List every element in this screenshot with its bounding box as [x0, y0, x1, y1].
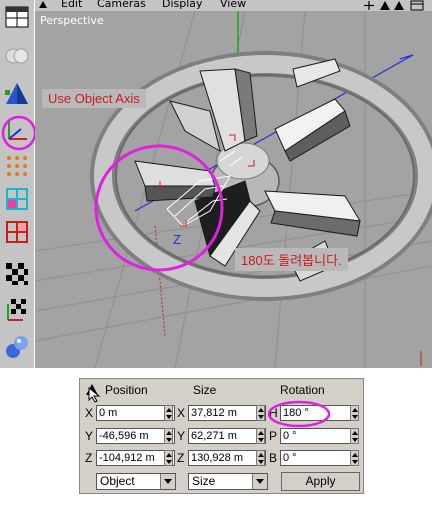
rotation-b-field[interactable]: 0 °: [280, 450, 359, 466]
size-z-field[interactable]: 130,928 m: [188, 450, 266, 466]
window-menu-icon[interactable]: [38, 0, 48, 10]
left-toolbar: [0, 0, 37, 368]
size-z-spinner[interactable]: [256, 450, 265, 466]
rotation-highlight-circle: [267, 400, 331, 428]
viewport-nav-icons[interactable]: [363, 0, 429, 11]
rotation-b-spinner[interactable]: [350, 450, 359, 466]
size-axis-label: Z: [177, 451, 185, 465]
size-x-field[interactable]: 37,812 m: [188, 405, 266, 421]
z-axis-label: Z: [173, 232, 181, 247]
menu-edit[interactable]: Edit: [61, 0, 82, 9]
texture-tool-icon[interactable]: [3, 260, 31, 288]
chevron-down-icon: [160, 474, 175, 489]
apply-button[interactable]: Apply: [281, 472, 360, 491]
rot-axis-label: B: [269, 451, 278, 465]
mouse-cursor-icon: [88, 387, 101, 403]
polygons-tool-icon[interactable]: [3, 218, 31, 246]
rotate-180-note: 180도 돌려봅니다.: [235, 248, 348, 271]
pos-axis-label: Y: [85, 429, 94, 443]
perspective-viewport[interactable]: Perspective Z Use Object Axis 180도 돌려봅니다…: [35, 11, 432, 368]
pos-axis-label: Z: [85, 451, 93, 465]
size-axis-label: Y: [177, 429, 186, 443]
size-mode-value: Size: [192, 474, 216, 488]
position-z-spinner[interactable]: [164, 450, 173, 466]
size-header: Size: [193, 383, 217, 397]
menu-cameras[interactable]: Cameras: [97, 0, 146, 9]
pos-axis-label: X: [85, 406, 94, 420]
material-tool-icon[interactable]: [3, 332, 31, 360]
rotation-h-spinner[interactable]: [350, 405, 359, 421]
coordinates-panel: Position Size Rotation X 0 m X 37,812 m …: [79, 378, 364, 494]
rotation-p-spinner[interactable]: [350, 428, 359, 444]
toolbar-highlight-circle: [1, 115, 37, 151]
menu-view[interactable]: View: [220, 0, 246, 9]
size-axis-label: X: [177, 406, 186, 420]
scene-canvas: [35, 11, 432, 368]
points-tool-icon[interactable]: [3, 152, 31, 180]
menu-bar: Edit Cameras Display View: [35, 0, 432, 11]
viewport-title: Perspective: [40, 14, 104, 27]
rotation-p-field[interactable]: 0 °: [280, 428, 359, 444]
model-tool-icon[interactable]: [3, 80, 31, 108]
coord-mode-select[interactable]: Object: [96, 473, 176, 490]
menu-display[interactable]: Display: [162, 0, 203, 9]
use-object-axis-note: Use Object Axis: [42, 89, 146, 108]
object-tool-icon[interactable]: [3, 42, 31, 70]
position-y-spinner[interactable]: [164, 428, 173, 444]
edges-tool-icon[interactable]: [3, 185, 31, 213]
size-y-spinner[interactable]: [256, 428, 265, 444]
rotation-header: Rotation: [280, 383, 325, 397]
coord-mode-value: Object: [100, 474, 135, 488]
position-header: Position: [105, 383, 148, 397]
view-layout-icon[interactable]: [3, 4, 31, 32]
size-y-field[interactable]: 62,271 m: [188, 428, 266, 444]
position-x-spinner[interactable]: [164, 405, 173, 421]
size-mode-select[interactable]: Size: [188, 473, 268, 490]
chevron-down-icon: [252, 474, 267, 489]
rot-axis-label: P: [269, 429, 278, 443]
size-x-spinner[interactable]: [256, 405, 265, 421]
texture-axis-icon[interactable]: [3, 296, 31, 324]
